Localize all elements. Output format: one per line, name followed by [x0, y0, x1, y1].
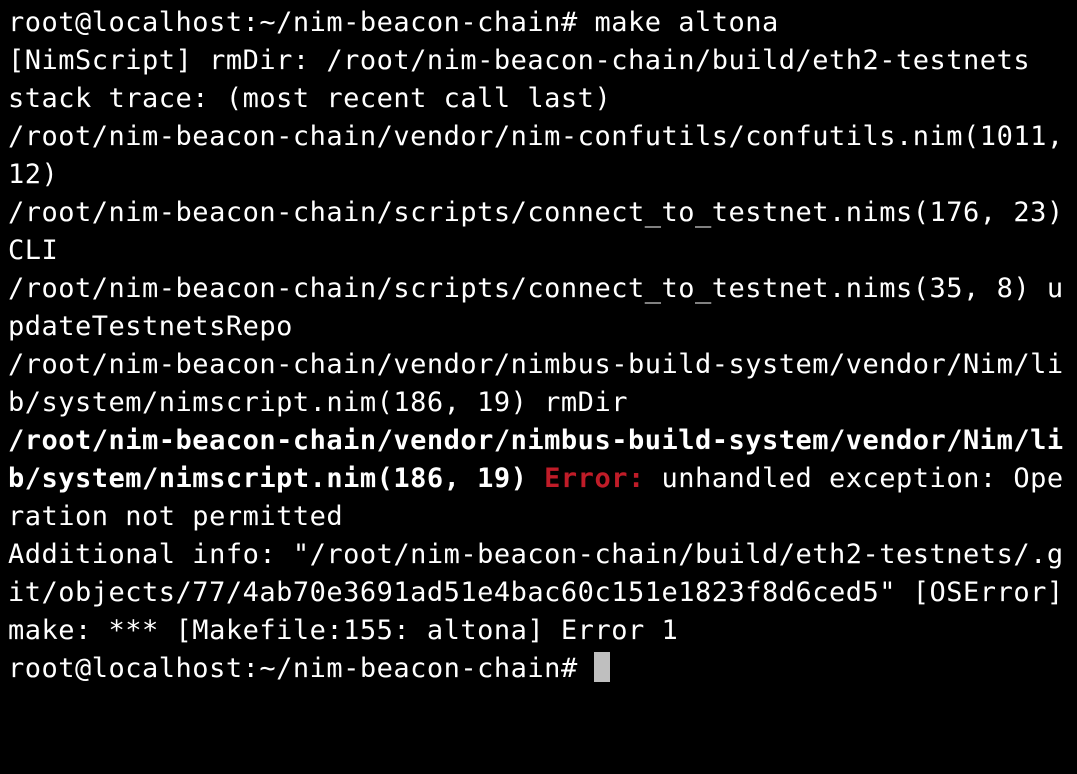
prompt-sep: :: [243, 653, 260, 684]
output-line-stacktrace: stack trace: (most recent call last): [8, 83, 611, 114]
cursor: [594, 652, 610, 682]
prompt-path: ~/nim-beacon-chain: [259, 7, 561, 38]
terminal-output[interactable]: root@localhost:~/nim-beacon-chain# make …: [0, 0, 1077, 692]
output-line-trace: /root/nim-beacon-chain/vendor/nimbus-bui…: [8, 349, 1064, 418]
prompt-sep: :: [243, 7, 260, 38]
command-input: make altona: [594, 7, 778, 38]
error-label: Error:: [544, 463, 645, 494]
prompt-path: ~/nim-beacon-chain: [259, 653, 561, 684]
prompt-user: root@localhost: [8, 653, 243, 684]
prompt-hash: #: [561, 653, 595, 684]
prompt-hash: #: [561, 7, 595, 38]
output-line-additional-info: Additional info: "/root/nim-beacon-chain…: [8, 539, 1064, 608]
prompt-user: root@localhost: [8, 7, 243, 38]
output-line-make-error: make: *** [Makefile:155: altona] Error 1: [8, 615, 678, 646]
output-line-rmdir: [NimScript] rmDir: /root/nim-beacon-chai…: [8, 45, 1030, 76]
output-line-trace: /root/nim-beacon-chain/scripts/connect_t…: [8, 273, 1064, 342]
output-line-trace: /root/nim-beacon-chain/vendor/nim-confut…: [8, 121, 1077, 190]
output-line-trace: /root/nim-beacon-chain/scripts/connect_t…: [8, 197, 1077, 266]
